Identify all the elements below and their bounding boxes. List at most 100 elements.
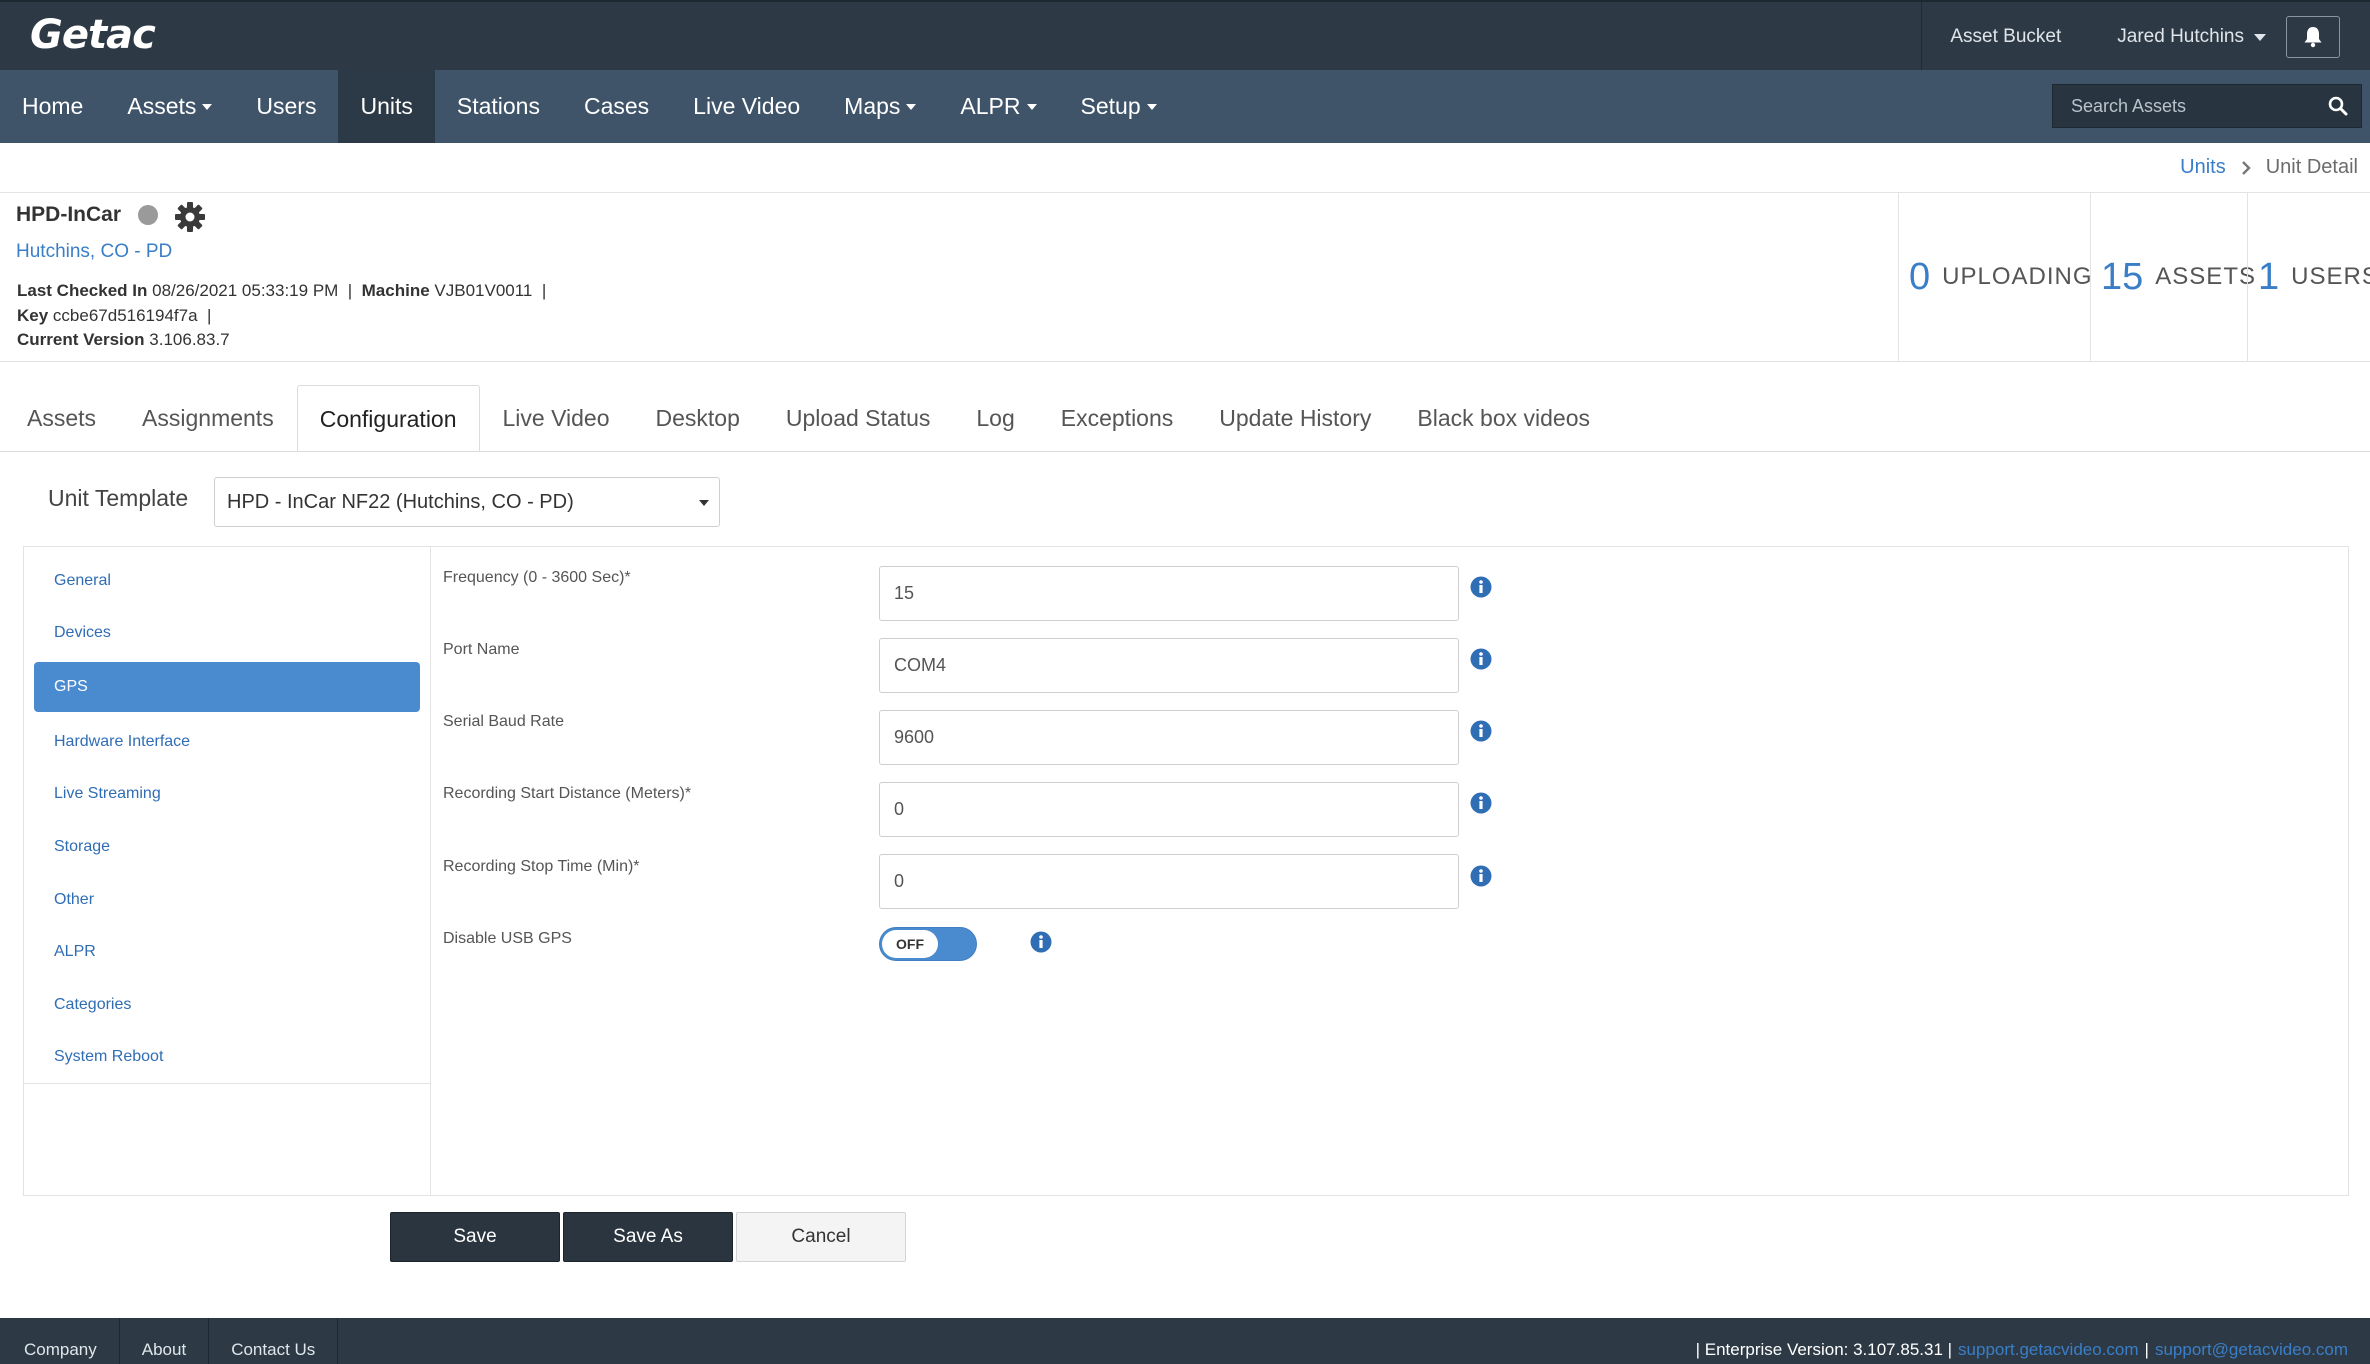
asset-bucket-link[interactable]: Asset Bucket bbox=[1921, 2, 2089, 72]
config-menu-other[interactable]: Other bbox=[34, 875, 420, 925]
top-right-menu: Asset Bucket Jared Hutchins bbox=[1921, 2, 2370, 72]
footer-separator: | bbox=[2144, 1340, 2149, 1359]
tab-configuration[interactable]: Configuration bbox=[296, 385, 480, 452]
nav-cases-label: Cases bbox=[583, 93, 650, 119]
save-as-button[interactable]: Save As bbox=[563, 1212, 733, 1262]
nav-home-label: Home bbox=[22, 93, 84, 119]
nav-home[interactable]: Home bbox=[0, 70, 105, 143]
machine-value: VJB01V0011 bbox=[434, 281, 533, 300]
tab-log[interactable]: Log bbox=[953, 385, 1037, 451]
nav-users-label: Users bbox=[256, 93, 317, 119]
getac-logo[interactable]: Getac bbox=[30, 12, 156, 58]
gear-icon[interactable] bbox=[174, 201, 206, 233]
nav-setup-label: Setup bbox=[1080, 93, 1141, 119]
agency-link[interactable]: Hutchins, CO - PD bbox=[16, 241, 172, 263]
breadcrumb-units[interactable]: Units bbox=[2180, 156, 2226, 179]
footer-about-link[interactable]: About bbox=[120, 1318, 210, 1364]
last-checked-value: 08/26/2021 05:33:19 PM bbox=[152, 281, 339, 300]
config-menu-system-reboot[interactable]: System Reboot bbox=[34, 1032, 420, 1082]
frequency-input[interactable]: 15 bbox=[879, 566, 1459, 621]
nav-alpr-label: ALPR bbox=[960, 93, 1021, 119]
info-icon[interactable] bbox=[1470, 648, 1492, 670]
tab-desktop[interactable]: Desktop bbox=[633, 385, 763, 451]
key-value: ccbe67d516194f7a bbox=[52, 306, 198, 325]
breadcrumb-current: Unit Detail bbox=[2265, 156, 2358, 178]
save-button[interactable]: Save bbox=[390, 1212, 560, 1262]
version-value: 3.106.83.7 bbox=[149, 330, 230, 349]
toggle-knob: OFF bbox=[882, 930, 938, 958]
unit-meta-row-3: Current Version 3.106.83.7 bbox=[17, 330, 230, 350]
info-icon[interactable] bbox=[1470, 792, 1492, 814]
tab-assignments[interactable]: Assignments bbox=[119, 385, 297, 451]
nav-units[interactable]: Units bbox=[338, 70, 435, 143]
config-menu-alpr[interactable]: ALPR bbox=[34, 927, 420, 977]
config-menu-live-streaming[interactable]: Live Streaming bbox=[34, 769, 420, 819]
support-site-link[interactable]: support.getacvideo.com bbox=[1958, 1340, 2139, 1360]
disable-usb-gps-label: Disable USB GPS bbox=[443, 930, 572, 947]
notifications-button[interactable] bbox=[2286, 16, 2340, 58]
chevron-down-icon bbox=[1146, 103, 1157, 110]
config-menu-hardware-interface[interactable]: Hardware Interface bbox=[34, 717, 420, 767]
unit-meta-row-2: Key ccbe67d516194f7a | bbox=[17, 306, 211, 326]
tab-update-history[interactable]: Update History bbox=[1196, 385, 1394, 451]
config-menu-general[interactable]: General bbox=[34, 556, 420, 606]
unit-meta-row-1: Last Checked In 08/26/2021 05:33:19 PM |… bbox=[17, 281, 546, 301]
recording-stop-time-input[interactable]: 0 bbox=[879, 854, 1459, 909]
nav-live-video[interactable]: Live Video bbox=[671, 70, 822, 143]
user-name: Jared Hutchins bbox=[2117, 26, 2244, 47]
recording-start-distance-input[interactable]: 0 bbox=[879, 782, 1459, 837]
meta-separator: | bbox=[207, 306, 212, 325]
chevron-down-icon bbox=[202, 103, 213, 110]
config-menu-devices[interactable]: Devices bbox=[34, 608, 420, 658]
footer-company-link[interactable]: Company bbox=[0, 1318, 120, 1364]
nav-setup[interactable]: Setup bbox=[1059, 70, 1179, 143]
support-email-link[interactable]: support@getacvideo.com bbox=[2155, 1340, 2348, 1360]
search-button[interactable] bbox=[2315, 96, 2361, 116]
info-icon[interactable] bbox=[1470, 576, 1492, 598]
tab-exceptions[interactable]: Exceptions bbox=[1038, 385, 1197, 451]
search-assets-box[interactable]: Search Assets bbox=[2052, 84, 2362, 128]
nav-stations[interactable]: Stations bbox=[435, 70, 562, 143]
chevron-down-icon bbox=[906, 103, 917, 110]
nav-users[interactable]: Users bbox=[234, 70, 338, 143]
info-icon[interactable] bbox=[1030, 931, 1052, 953]
tab-black-box-videos[interactable]: Black box videos bbox=[1394, 385, 1613, 451]
config-menu-categories[interactable]: Categories bbox=[34, 980, 420, 1030]
enterprise-version: | Enterprise Version: 3.107.85.31 | bbox=[1695, 1340, 1953, 1359]
unit-stats: 0 UPLOADING 15 ASSETS 1 USERS bbox=[1898, 193, 2370, 361]
divider bbox=[24, 1083, 431, 1084]
port-name-input[interactable]: COM4 bbox=[879, 638, 1459, 693]
nav-live-video-label: Live Video bbox=[693, 93, 801, 119]
nav-cases[interactable]: Cases bbox=[562, 70, 671, 143]
tab-assets[interactable]: Assets bbox=[4, 385, 119, 451]
nav-maps[interactable]: Maps bbox=[822, 70, 938, 143]
info-icon[interactable] bbox=[1470, 865, 1492, 887]
cancel-button[interactable]: Cancel bbox=[736, 1212, 906, 1262]
chevron-down-icon bbox=[1026, 103, 1037, 110]
config-menu-gps[interactable]: GPS bbox=[34, 662, 420, 712]
unit-template-select[interactable]: HPD - InCar NF22 (Hutchins, CO - PD) bbox=[214, 477, 720, 527]
port-name-label: Port Name bbox=[443, 641, 520, 658]
footer-contact-link[interactable]: Contact Us bbox=[209, 1318, 339, 1364]
nav-alpr[interactable]: ALPR bbox=[938, 70, 1058, 143]
stat-uploading-label: UPLOADING bbox=[1942, 263, 2093, 290]
disable-usb-gps-toggle[interactable]: OFF bbox=[879, 927, 977, 961]
unit-tabs: Assets Assignments Configuration Live Vi… bbox=[4, 385, 1613, 452]
search-icon bbox=[2328, 96, 2348, 116]
info-icon[interactable] bbox=[1470, 720, 1492, 742]
tab-live-video[interactable]: Live Video bbox=[480, 385, 633, 451]
stat-users[interactable]: 1 USERS bbox=[2247, 193, 2370, 361]
stat-assets[interactable]: 15 ASSETS bbox=[2090, 193, 2255, 361]
main-nav: Home Assets Users Units Stations Cases L… bbox=[0, 70, 2370, 143]
search-input[interactable]: Search Assets bbox=[2053, 96, 2315, 117]
recording-stop-time-label: Recording Stop Time (Min)* bbox=[443, 858, 640, 875]
nav-units-label: Units bbox=[360, 93, 413, 119]
stat-uploading-count: 0 bbox=[1909, 255, 1931, 298]
tab-upload-status[interactable]: Upload Status bbox=[763, 385, 953, 451]
serial-baud-rate-input[interactable]: 9600 bbox=[879, 710, 1459, 765]
last-checked-label: Last Checked In bbox=[17, 281, 148, 300]
stat-uploading[interactable]: 0 UPLOADING bbox=[1898, 193, 2093, 361]
config-menu-storage[interactable]: Storage bbox=[34, 822, 420, 872]
nav-assets[interactable]: Assets bbox=[105, 70, 234, 143]
user-menu[interactable]: Jared Hutchins bbox=[2089, 2, 2286, 72]
